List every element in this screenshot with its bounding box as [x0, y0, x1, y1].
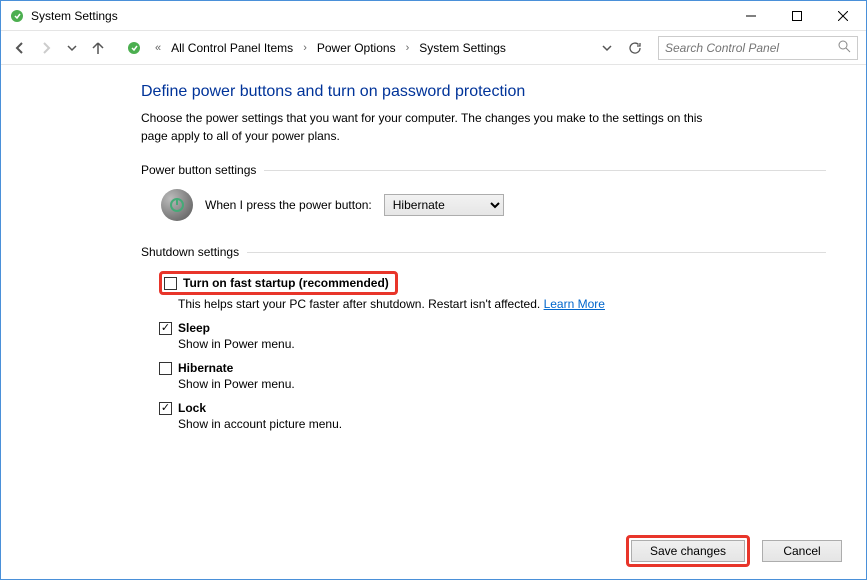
shutdown-list: Turn on fast startup (recommended) This … — [159, 271, 826, 431]
checkbox-lock[interactable] — [159, 402, 172, 415]
checkbox-fast-startup[interactable] — [164, 277, 177, 290]
fast-startup-sub: This helps start your PC faster after sh… — [178, 297, 826, 311]
shutdown-item-sleep: Sleep Show in Power menu. — [159, 321, 826, 351]
chevron-right-icon: › — [406, 42, 410, 54]
address-dropdown[interactable] — [596, 37, 618, 59]
hibernate-sub: Show in Power menu. — [178, 377, 826, 391]
maximize-button[interactable] — [774, 1, 820, 31]
breadcrumb: « All Control Panel Items › Power Option… — [151, 39, 590, 57]
breadcrumb-item-power[interactable]: Power Options — [313, 39, 400, 57]
search-icon — [838, 40, 851, 56]
checkbox-sleep[interactable] — [159, 322, 172, 335]
power-button-select[interactable]: Hibernate — [384, 194, 504, 216]
address-icon — [125, 39, 143, 57]
refresh-button[interactable] — [624, 37, 646, 59]
page-heading: Define power buttons and turn on passwor… — [141, 83, 826, 101]
breadcrumb-item-current[interactable]: System Settings — [415, 39, 510, 57]
breadcrumb-item-all[interactable]: All Control Panel Items — [167, 39, 297, 57]
hibernate-label: Hibernate — [178, 361, 233, 375]
content: Define power buttons and turn on passwor… — [1, 65, 866, 431]
power-icon — [161, 189, 193, 221]
close-button[interactable] — [820, 1, 866, 31]
fast-startup-label: Turn on fast startup (recommended) — [183, 276, 389, 290]
page-desc: Choose the power settings that you want … — [141, 109, 731, 145]
power-button-label: When I press the power button: — [205, 198, 372, 212]
lock-label: Lock — [178, 401, 206, 415]
shutdown-item-fast-startup: Turn on fast startup (recommended) This … — [159, 271, 826, 311]
sleep-sub: Show in Power menu. — [178, 337, 826, 351]
button-bar: Save changes Cancel — [626, 535, 842, 567]
shutdown-item-lock: Lock Show in account picture menu. — [159, 401, 826, 431]
learn-more-link[interactable]: Learn More — [544, 297, 605, 311]
save-button[interactable]: Save changes — [631, 540, 745, 562]
app-icon — [9, 8, 25, 24]
search-box[interactable] — [658, 36, 858, 60]
fast-startup-highlight: Turn on fast startup (recommended) — [159, 271, 398, 295]
chevron-right-icon: › — [303, 42, 307, 54]
sleep-label: Sleep — [178, 321, 210, 335]
lock-sub: Show in account picture menu. — [178, 417, 826, 431]
power-button-section-title: Power button settings — [141, 163, 826, 177]
recent-dropdown[interactable] — [61, 37, 83, 59]
window-title: System Settings — [31, 9, 118, 23]
cancel-button[interactable]: Cancel — [762, 540, 842, 562]
up-button[interactable] — [87, 37, 109, 59]
back-button[interactable] — [9, 37, 31, 59]
shutdown-item-hibernate: Hibernate Show in Power menu. — [159, 361, 826, 391]
save-highlight: Save changes — [626, 535, 750, 567]
shutdown-section-title: Shutdown settings — [141, 245, 826, 259]
breadcrumb-prefix: « — [155, 42, 161, 54]
titlebar: System Settings — [1, 1, 866, 31]
search-input[interactable] — [665, 41, 838, 55]
toolbar: « All Control Panel Items › Power Option… — [1, 31, 866, 65]
checkbox-hibernate[interactable] — [159, 362, 172, 375]
forward-button[interactable] — [35, 37, 57, 59]
minimize-button[interactable] — [728, 1, 774, 31]
power-button-row: When I press the power button: Hibernate — [161, 189, 826, 221]
